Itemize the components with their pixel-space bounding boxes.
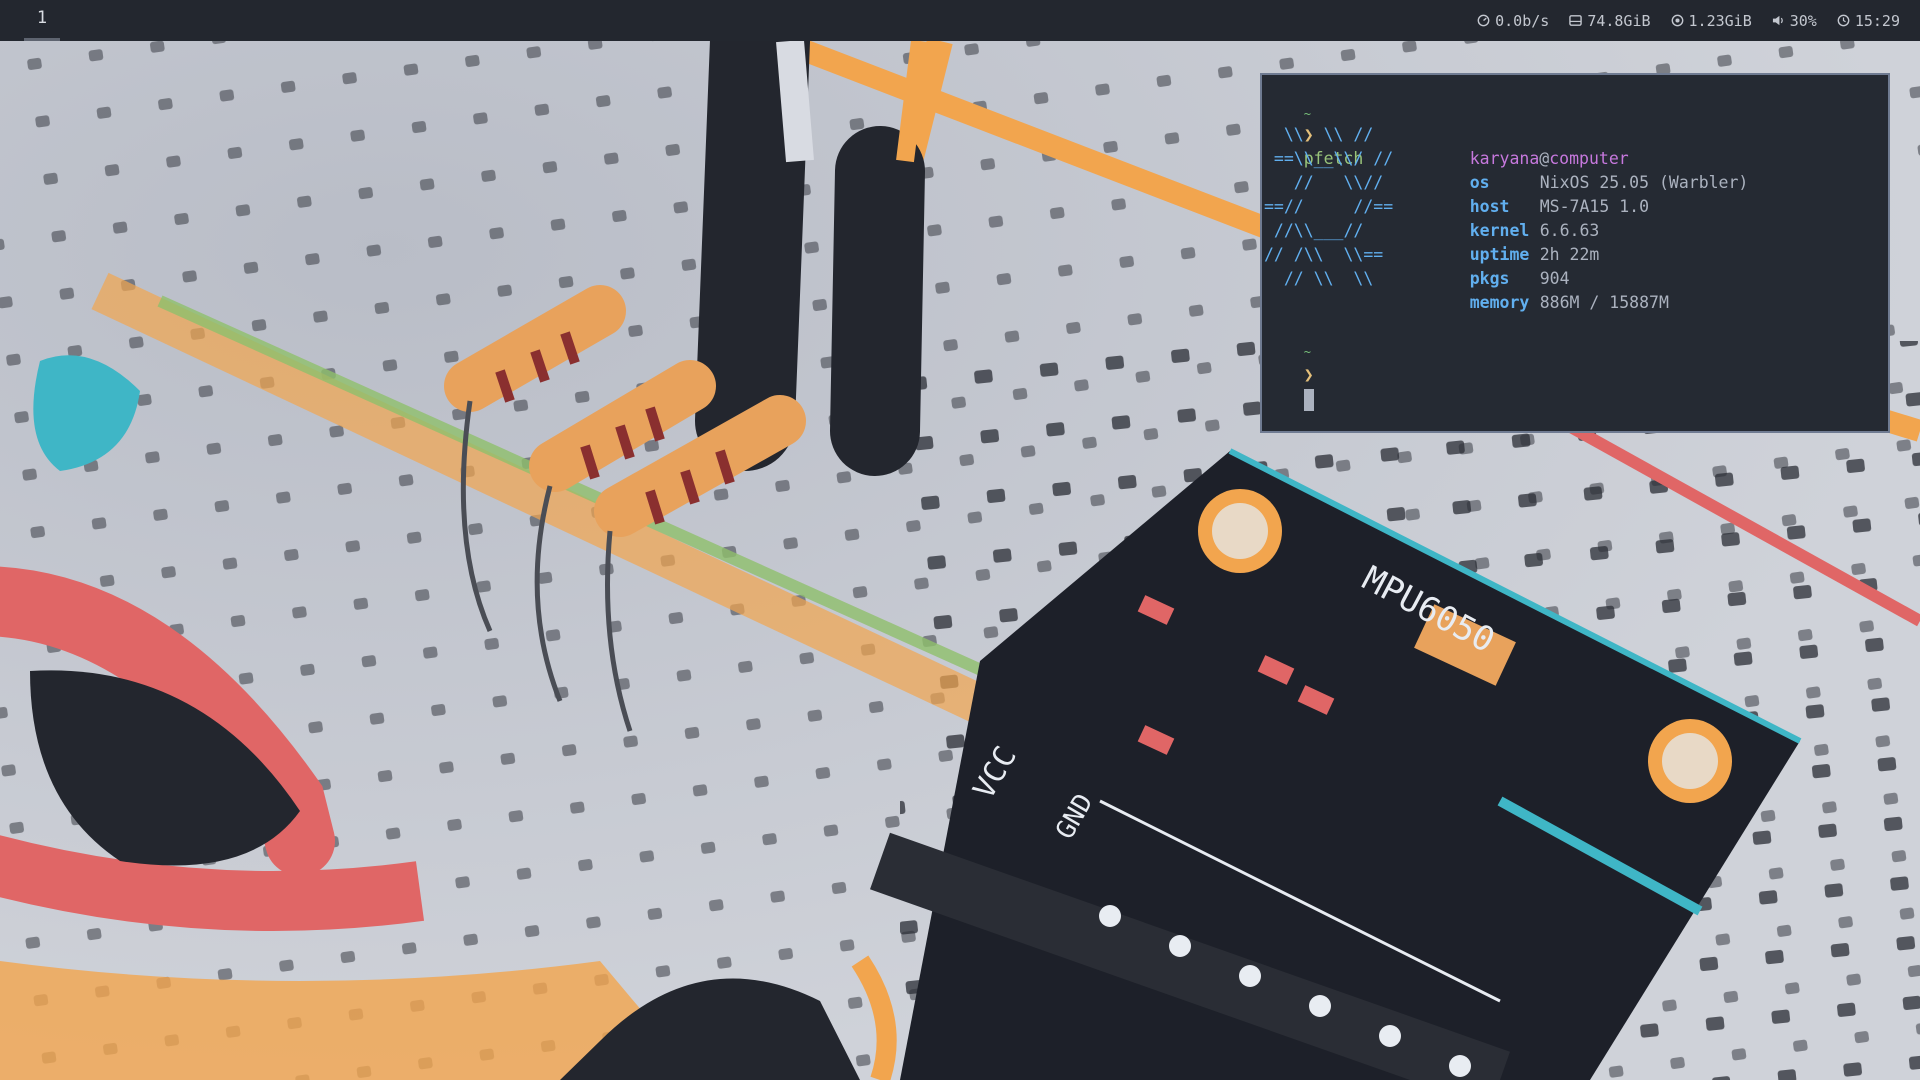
volume-status[interactable]: 30% [1772,12,1817,30]
network-speed: 0.0b/s [1495,11,1550,30]
status-area: 0.0b/s 74.8GiB 1.23GiB 30% 15:29 [1477,0,1900,41]
prompt-symbol: ❯ [1303,365,1314,384]
info-row-os: os NixOS 25.05 (Warbler) [1430,147,1749,192]
clock-icon [1837,14,1850,27]
info-row-kernel: kernel 6.6.63 [1430,195,1600,240]
disk-icon [1569,15,1583,26]
disk-usage: 74.8GiB [1587,11,1651,30]
user-host: karyana@computer [1430,123,1629,168]
nix-logo-line: ==\\__\\/ // [1264,149,1394,168]
info-row-host: host MS-7A15 1.0 [1430,171,1649,216]
disk-status[interactable]: 74.8GiB [1569,11,1651,30]
active-workspace-indicator [24,38,60,41]
workspace-label: 1 [36,8,48,28]
clock-time: 15:29 [1854,11,1900,30]
memory-icon [1671,14,1683,27]
volume-icon [1772,15,1783,26]
info-value: 886M / 15887M [1539,293,1669,312]
prompt-directory-1: ~ [1303,107,1311,121]
command-line: ❯ pfetch [1264,99,1364,168]
network-status[interactable]: 0.0b/s [1477,12,1549,30]
nix-logo-line: // \\// [1264,173,1384,192]
text-cursor [1303,388,1314,411]
prompt-directory-2: ~ [1303,345,1311,359]
workspace-button-1[interactable]: 1 [24,0,60,41]
memory-status[interactable]: 1.23GiB [1671,12,1752,30]
nix-logo-line: ==// //== [1264,197,1394,216]
top-bar: 1 0.0b/s 74.8GiB 1.23GiB 30% 15:29 [0,0,1920,41]
nix-logo-line: \\ \\ // [1264,125,1374,144]
info-row-memory: memory 886M / 15887M [1430,267,1669,312]
nix-logo-line: // /\\ \\== [1264,245,1384,264]
info-key: memory [1469,293,1530,312]
terminal-window[interactable]: ~ ❯ pfetch \\ \\ // ==\\__\\/ // // \\//… [1260,73,1890,433]
network-gauge-icon [1477,14,1490,27]
info-row-uptime: uptime 2h 22m [1430,219,1600,264]
input-line[interactable]: ❯ [1264,339,1314,411]
memory-usage: 1.23GiB [1688,11,1752,30]
volume-level: 30% [1789,11,1817,30]
nix-logo-line: // \\ \\ [1264,269,1374,288]
nix-logo-line: //\\___// [1264,221,1364,240]
info-row-pkgs: pkgs 904 [1430,243,1570,288]
clock-status[interactable]: 15:29 [1837,12,1900,30]
